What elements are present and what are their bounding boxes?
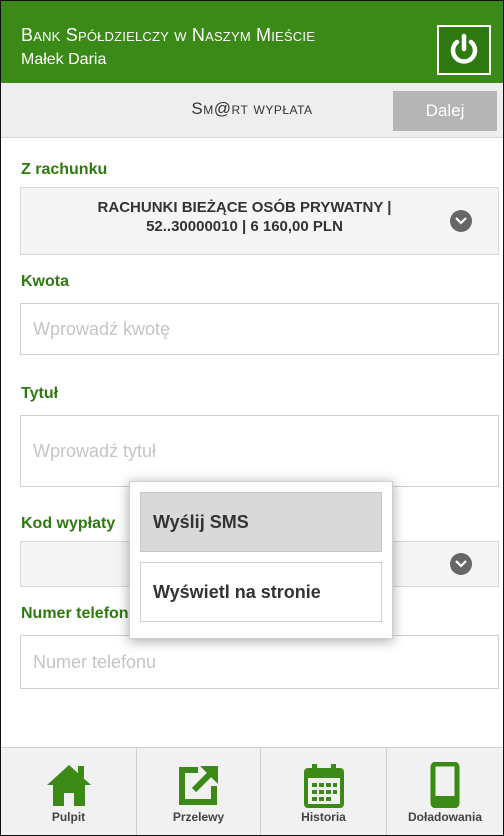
phone-icon [430,762,460,808]
app-frame: Bank Spółdzielczy w Naszym Mieście Małek… [0,0,504,836]
nav-item-pulpit[interactable]: Pulpit [1,748,137,835]
nav-item-doladowania[interactable]: Doładowania [387,748,503,835]
title-input[interactable] [20,415,499,487]
from-account-label: Z rachunku [21,161,108,178]
nav-label-historia: Historia [301,810,346,824]
amount-input[interactable] [20,303,499,355]
account-line-1: RACHUNKI BIEŻĄCE OSÓB PRYWATNY | [97,199,392,216]
user-name: Małek Daria [21,51,107,68]
logout-button[interactable] [437,25,491,75]
nav-label-pulpit: Pulpit [51,810,86,824]
from-account-select[interactable]: RACHUNKI BIEŻĄCE OSÓB PRYWATNY | 52..300… [20,187,499,255]
option-show-on-page[interactable]: Wyświetl na stronie [140,562,382,622]
account-summary: RACHUNKI BIEŻĄCE OSÓB PRYWATNY | 52..300… [51,198,438,236]
bank-name: Bank Spółdzielczy w Naszym Mieście [21,25,316,45]
phone-input[interactable] [20,635,499,689]
power-icon [450,33,478,64]
nav-label-przelewy: Przelewy [172,810,225,824]
option-send-sms[interactable]: Wyślij SMS [140,492,382,552]
chevron-down-icon [450,553,472,575]
nav-item-historia[interactable]: Historia [261,748,387,835]
next-button[interactable]: Dalej [393,91,497,131]
title-bar: Sm@rt wypłata Dalej [1,83,503,138]
title-label: Tytuł [21,385,59,402]
phone-label: Numer telefonu [21,605,139,622]
nav-label-doladowania: Doładowania [407,810,482,824]
nav-item-przelewy[interactable]: Przelewy [137,748,261,835]
bottom-navigation: Pulpit Przelewy Historia Doładowania [1,747,503,835]
payout-code-label: Kod wypłaty [21,515,116,532]
app-header: Bank Spółdzielczy w Naszym Mieście Małek… [1,1,503,83]
amount-label: Kwota [21,273,69,290]
payout-method-popup: Wyślij SMS Wyświetl na stronie [129,481,393,639]
home-icon [46,765,91,806]
transfer-icon [178,766,218,805]
calendar-icon [303,764,344,808]
chevron-down-icon [450,210,472,232]
account-line-2: 52..30000010 | 6 160,00 PLN [146,218,343,235]
